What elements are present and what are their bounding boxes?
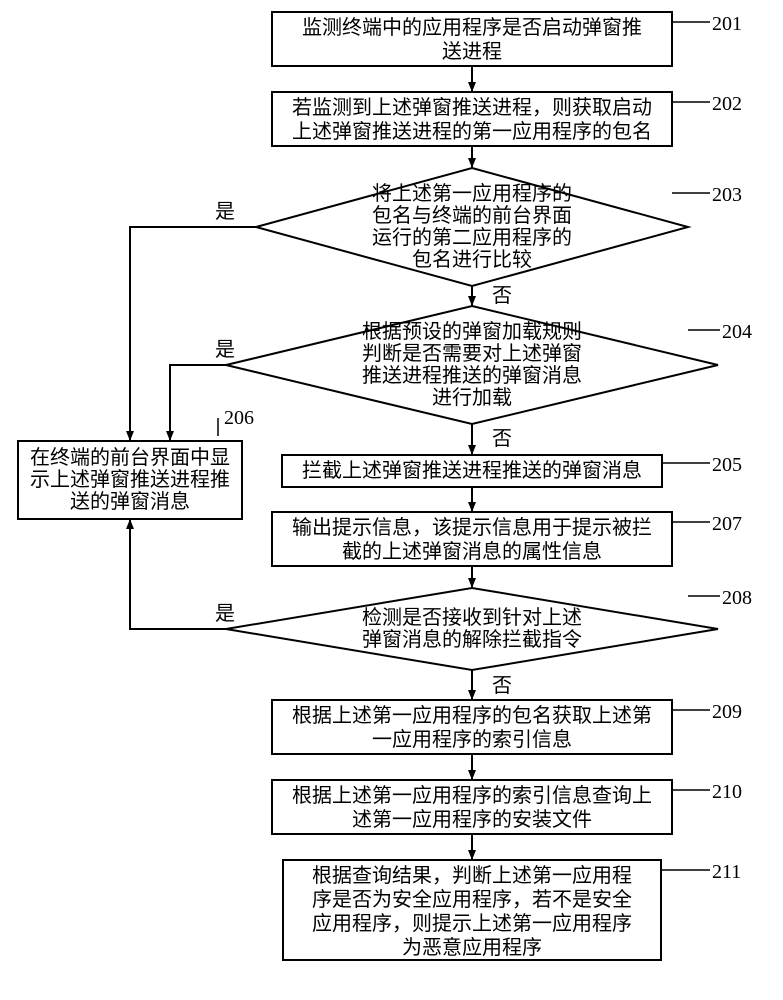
step-209-num: 209 — [712, 701, 742, 723]
step-204-num: 204 — [722, 321, 752, 343]
step-203-line4: 包名进行比较 — [412, 248, 532, 271]
step-209: 根据上述第一应用程序的包名获取上述第 一应用程序的索引信息 209 — [272, 700, 742, 754]
step-208: 检测是否接收到针对上述 弹窗消息的解除拦截指令 208 — [226, 587, 752, 670]
step-211-line4: 为恶意应用程序 — [402, 936, 542, 959]
step-210-num: 210 — [712, 781, 742, 803]
label-203-yes: 是 — [215, 201, 235, 223]
step-211-line2: 序是否为安全应用程序，若不是安全 — [312, 888, 632, 911]
step-208-line2: 弹窗消息的解除拦截指令 — [362, 628, 582, 651]
step-206: 在终端的前台界面中显 示上述弹窗推送进程推 送的弹窗消息 206 — [18, 407, 254, 519]
flowchart-diagram: 监测终端中的应用程序是否启动弹窗推 送进程 201 若监测到上述弹窗推送进程，则… — [0, 0, 783, 1000]
step-209-line1: 根据上述第一应用程序的包名获取上述第 — [292, 704, 652, 727]
step-206-line2: 示上述弹窗推送进程推 — [30, 468, 230, 491]
step-206-line1: 在终端的前台界面中显 — [30, 446, 230, 469]
step-205-num: 205 — [712, 454, 742, 476]
step-202-line2: 上述弹窗推送进程的第一应用程序的包名 — [292, 120, 652, 143]
step-204-line3: 推送进程推送的弹窗消息 — [362, 364, 582, 387]
arrow-208-206 — [130, 519, 226, 629]
step-201-line2: 送进程 — [442, 40, 502, 63]
step-210-line1: 根据上述第一应用程序的索引信息查询上 — [292, 784, 652, 807]
step-203-line3: 运行的第二应用程序的 — [372, 226, 572, 249]
label-203-no: 否 — [492, 285, 512, 307]
step-210-line2: 述第一应用程序的安装文件 — [352, 808, 592, 831]
step-208-num: 208 — [722, 587, 752, 609]
step-210: 根据上述第一应用程序的索引信息查询上 述第一应用程序的安装文件 210 — [272, 780, 742, 834]
label-204-no: 否 — [492, 428, 512, 450]
step-207-num: 207 — [712, 513, 742, 535]
step-204-line2: 判断是否需要对上述弹窗 — [362, 342, 582, 365]
step-206-line3: 送的弹窗消息 — [70, 490, 190, 513]
step-204: 根据预设的弹窗加载规则 判断是否需要对上述弹窗 推送进程推送的弹窗消息 进行加载… — [226, 306, 752, 424]
step-202: 若监测到上述弹窗推送进程，则获取启动 上述弹窗推送进程的第一应用程序的包名 20… — [272, 92, 742, 146]
step-203-line2: 包名与终端的前台界面 — [372, 204, 572, 227]
step-204-line1: 根据预设的弹窗加载规则 — [362, 320, 582, 343]
step-211-num: 211 — [712, 861, 741, 883]
step-211: 根据查询结果，判断上述第一应用程 序是否为安全应用程序，若不是安全 应用程序，则… — [283, 860, 741, 960]
step-207: 输出提示信息，该提示信息用于提示被拦 截的上述弹窗消息的属性信息 207 — [272, 512, 742, 566]
step-201-line1: 监测终端中的应用程序是否启动弹窗推 — [302, 16, 642, 39]
step-208-line1: 检测是否接收到针对上述 — [362, 606, 582, 629]
label-208-yes: 是 — [215, 603, 235, 625]
step-206-num: 206 — [224, 407, 254, 429]
step-207-line1: 输出提示信息，该提示信息用于提示被拦 — [292, 516, 652, 539]
step-201-num: 201 — [712, 13, 742, 35]
step-205-line1: 拦截上述弹窗推送进程推送的弹窗消息 — [302, 459, 642, 482]
step-211-line1: 根据查询结果，判断上述第一应用程 — [312, 864, 632, 887]
step-202-line1: 若监测到上述弹窗推送进程，则获取启动 — [292, 96, 652, 119]
step-207-line2: 截的上述弹窗消息的属性信息 — [342, 540, 602, 563]
step-203-line1: 将上述第一应用程序的 — [372, 182, 572, 205]
label-204-yes: 是 — [215, 339, 235, 361]
step-203-num: 203 — [712, 184, 742, 206]
step-204-line4: 进行加载 — [432, 386, 512, 409]
step-211-line3: 应用程序，则提示上述第一应用程序 — [312, 912, 632, 935]
step-203: 将上述第一应用程序的 包名与终端的前台界面 运行的第二应用程序的 包名进行比较 … — [256, 168, 742, 286]
step-205: 拦截上述弹窗推送进程推送的弹窗消息 205 — [282, 454, 742, 487]
step-202-num: 202 — [712, 93, 742, 115]
label-208-no: 否 — [492, 675, 512, 697]
step-209-line2: 一应用程序的索引信息 — [372, 728, 572, 751]
step-201: 监测终端中的应用程序是否启动弹窗推 送进程 201 — [272, 12, 742, 66]
